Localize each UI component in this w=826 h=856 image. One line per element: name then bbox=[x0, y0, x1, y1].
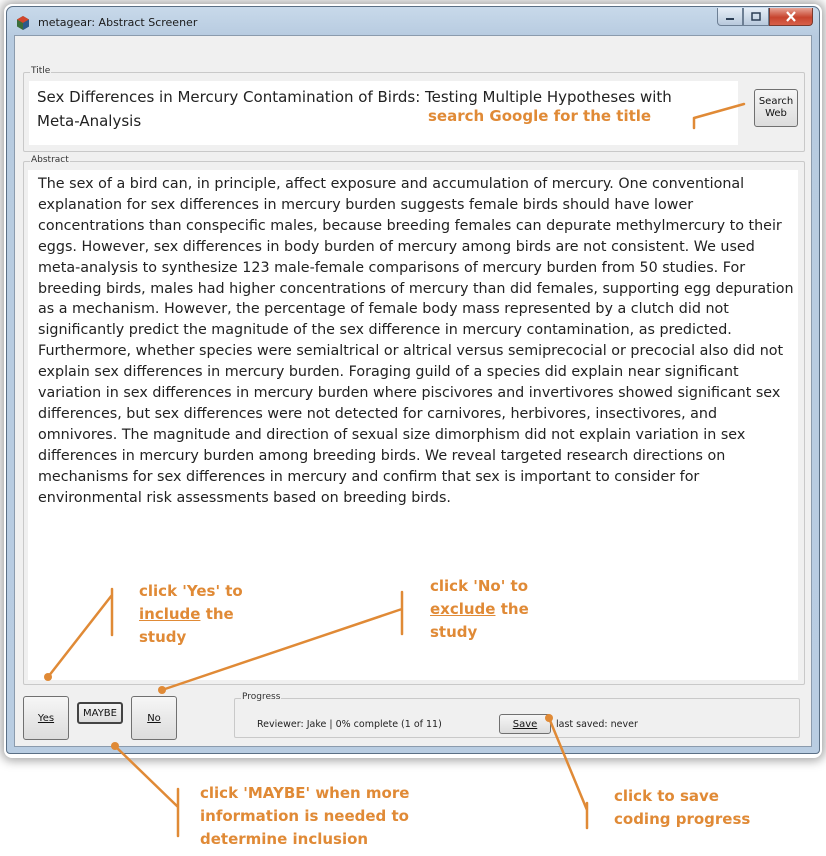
maybe-annotation: click 'MAYBE' when more information is n… bbox=[200, 782, 409, 851]
title-legend: Title bbox=[30, 66, 52, 76]
maximize-button[interactable] bbox=[743, 8, 769, 26]
yes-annotation-line1: click 'Yes' to bbox=[139, 582, 243, 600]
yes-button[interactable]: Yes bbox=[23, 696, 69, 740]
app-icon bbox=[17, 16, 29, 30]
minimize-button[interactable] bbox=[717, 8, 743, 26]
progress-group: Progress Reviewer: Jake | 0% complete (1… bbox=[234, 692, 800, 738]
window-controls bbox=[717, 8, 813, 28]
progress-status: Reviewer: Jake | 0% complete (1 of 11) bbox=[257, 719, 442, 730]
window-title: metagear: Abstract Screener bbox=[38, 16, 198, 29]
save-button[interactable]: Save bbox=[499, 714, 551, 734]
yes-annotation-line2: include the bbox=[139, 603, 243, 626]
search-web-button[interactable]: Search Web bbox=[754, 89, 798, 127]
progress-legend: Progress bbox=[241, 692, 282, 702]
title-bar[interactable]: metagear: Abstract Screener bbox=[7, 7, 819, 37]
close-icon bbox=[786, 11, 796, 22]
maximize-icon bbox=[751, 12, 761, 21]
yes-annotation-key: include bbox=[139, 605, 201, 623]
no-annotation-line3: study bbox=[430, 623, 478, 641]
maybe-annotation-line1: click 'MAYBE' when more bbox=[200, 784, 410, 802]
save-label: Save bbox=[512, 718, 538, 730]
yes-annotation-post: the bbox=[205, 605, 234, 623]
no-button[interactable]: No bbox=[131, 696, 177, 740]
abstract-legend: Abstract bbox=[30, 155, 70, 165]
abstract-text: The sex of a bird can, in principle, aff… bbox=[38, 176, 794, 506]
maybe-annotation-line bbox=[113, 744, 180, 838]
no-annotation: click 'No' to exclude the study bbox=[430, 575, 529, 644]
yes-annotation: click 'Yes' to include the study bbox=[139, 580, 243, 649]
no-annotation-post: the bbox=[500, 600, 529, 618]
save-annotation-line1: click to save bbox=[614, 787, 719, 805]
yes-annotation-line3: study bbox=[139, 628, 187, 646]
no-annotation-line1: click 'No' to bbox=[430, 577, 529, 595]
save-annotation: click to save coding progress bbox=[614, 785, 750, 831]
app-window: metagear: Abstract Screener Title Sex Di… bbox=[6, 6, 820, 754]
search-annotation: search Google for the title bbox=[428, 107, 652, 125]
yes-label: Yes bbox=[37, 712, 55, 724]
client-area: Title Sex Differences in Mercury Contami… bbox=[14, 35, 812, 747]
close-button[interactable] bbox=[769, 8, 813, 26]
no-annotation-key: exclude bbox=[430, 600, 496, 618]
no-label: No bbox=[147, 712, 161, 724]
save-annotation-line2: coding progress bbox=[614, 810, 751, 828]
title-group: Title Sex Differences in Mercury Contami… bbox=[23, 66, 805, 152]
no-annotation-line2: exclude the bbox=[430, 598, 529, 621]
maybe-annotation-line2: information is needed to bbox=[200, 807, 409, 825]
last-saved-text: last saved: never bbox=[556, 719, 638, 730]
maybe-button[interactable]: MAYBE bbox=[77, 702, 123, 724]
maybe-annotation-line3: determine inclusion bbox=[200, 830, 369, 848]
minimize-icon bbox=[726, 17, 734, 20]
